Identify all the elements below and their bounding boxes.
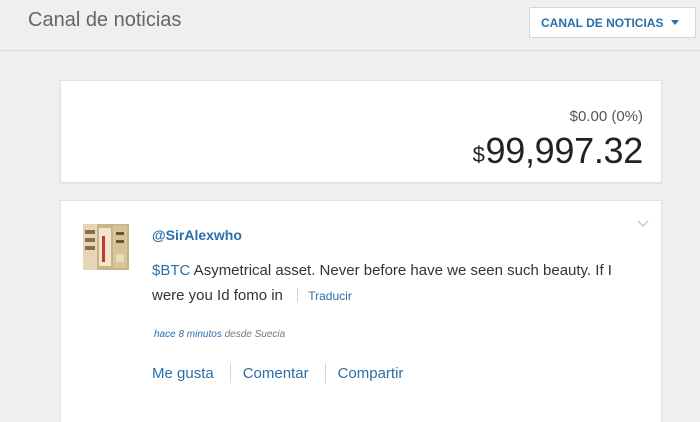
cashtag-link[interactable]: $BTC (152, 262, 190, 279)
comment-button[interactable]: Comentar (243, 365, 309, 382)
header-divider (0, 50, 700, 51)
avatar[interactable] (83, 224, 129, 270)
price-card: $0.00 (0%) $ 99,997.32 (60, 80, 662, 183)
price-value: $ 99,997.32 (472, 130, 644, 172)
page-title: Canal de noticias (28, 9, 182, 31)
post-body: Asymetrical asset. Never before have we … (152, 262, 612, 304)
translate-link[interactable]: Traducir (308, 289, 352, 303)
post-card: @SirAlexwho $BTC Asymetrical asset. Neve… (60, 200, 662, 422)
price-change: $0.00 (0%) (569, 108, 643, 125)
action-divider (324, 363, 326, 383)
post-actions: Me gusta Comentar Compartir (152, 363, 403, 383)
post-author[interactable]: @SirAlexwho (152, 227, 242, 243)
chevron-down-icon[interactable] (637, 215, 649, 233)
post-location: desde Suecia (221, 329, 286, 340)
share-button[interactable]: Compartir (338, 365, 404, 382)
price-amount: 99,997.32 (485, 130, 644, 171)
feed-selector-label: CANAL DE NOTICIAS (541, 15, 664, 30)
action-divider (229, 363, 231, 383)
post-meta: hace 8 minutos desde Suecia (154, 329, 285, 340)
feed-selector-dropdown[interactable]: CANAL DE NOTICIAS (529, 7, 696, 38)
caret-down-icon (671, 20, 680, 25)
page: Canal de noticias CANAL DE NOTICIAS $0.0… (0, 0, 700, 422)
post-text: $BTC Asymetrical asset. Never before hav… (152, 258, 622, 309)
post-timestamp[interactable]: hace 8 minutos (154, 329, 222, 340)
currency-symbol: $ (472, 142, 485, 167)
translate-divider (297, 288, 299, 302)
like-button[interactable]: Me gusta (152, 365, 214, 382)
